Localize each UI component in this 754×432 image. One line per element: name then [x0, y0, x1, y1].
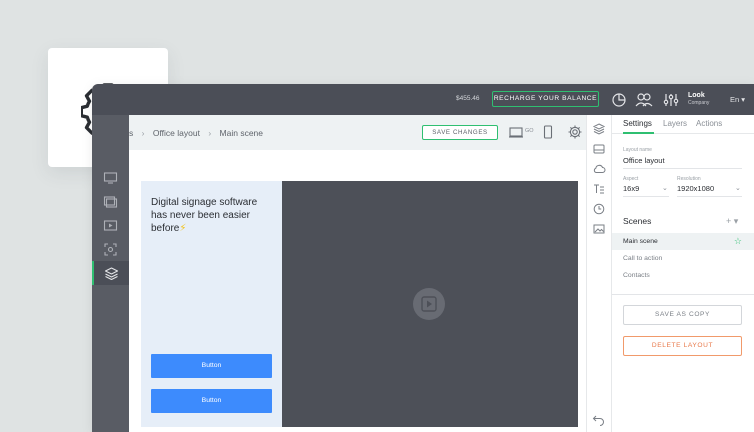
aspect-underline	[623, 196, 669, 197]
tab-actions[interactable]: Actions	[696, 119, 722, 128]
tab-settings[interactable]: Settings	[623, 119, 652, 128]
text-panel[interactable]: Digital signage software has never been …	[141, 181, 282, 427]
add-scene-button[interactable]: + ▾	[726, 216, 738, 227]
balance-amount: $455.46	[456, 95, 480, 102]
cloud-icon[interactable]	[592, 162, 608, 178]
resolution-underline	[677, 196, 742, 197]
sidebar	[92, 115, 129, 432]
device-go-label[interactable]: GO	[525, 128, 539, 144]
chevron-down-icon[interactable]: ⌄	[735, 184, 741, 192]
breadcrumb-item-scene: Main scene	[219, 128, 263, 138]
scene-item-label: Call to action	[623, 255, 663, 262]
sidebar-item-screens[interactable]	[92, 165, 129, 189]
settings-gear-icon[interactable]	[567, 124, 583, 140]
layout-name-field[interactable]: Office layout	[623, 156, 665, 165]
app-window: $455.46 RECHARGE YOUR BALANCE Look Compa…	[92, 84, 754, 432]
sliders-icon[interactable]	[662, 91, 680, 109]
breadcrumb-item-parent[interactable]: s	[129, 128, 133, 138]
save-changes-button[interactable]: SAVE CHANGES	[422, 125, 498, 140]
scene-item-main[interactable]: Main scene ☆	[612, 233, 754, 250]
user-name: Look	[688, 92, 705, 99]
breadcrumb-separator: ›	[141, 128, 145, 138]
editor-canvas: Digital signage software has never been …	[129, 150, 586, 432]
video-icon	[103, 219, 118, 231]
editor-toolbar: s › Office layout › Main scene SAVE CHAN…	[129, 115, 586, 150]
scan-icon	[104, 242, 117, 256]
breadcrumb: s › Office layout › Main scene	[129, 128, 263, 138]
properties-icon-rail	[586, 115, 612, 432]
desktop-preview-icon[interactable]	[508, 124, 524, 140]
storage-icon[interactable]	[592, 142, 608, 158]
user-company: Company	[688, 100, 710, 106]
headline-copy: Digital signage software has never been …	[151, 197, 258, 234]
sidebar-item-scan[interactable]	[92, 237, 129, 261]
settings-tabs: Settings Layers Actions	[612, 115, 754, 134]
delete-layout-button[interactable]: DELETE LAYOUT	[623, 336, 742, 356]
monitor-icon	[103, 171, 118, 184]
scene-item-call-to-action[interactable]: Call to action	[612, 250, 754, 267]
resolution-label: Resolution	[677, 176, 701, 182]
layers-icon[interactable]	[592, 122, 608, 138]
lightning-emoji: ⚡	[179, 223, 187, 234]
user-account[interactable]: Look Company	[688, 92, 709, 106]
layout-name-underline	[623, 168, 742, 169]
scene-item-label: Main scene	[623, 238, 658, 245]
sidebar-item-images[interactable]	[92, 189, 129, 213]
canvas-button-2[interactable]: Button	[151, 389, 272, 413]
tab-layers[interactable]: Layers	[663, 119, 687, 128]
active-tab-indicator	[623, 132, 654, 134]
scene-item-label: Contacts	[623, 272, 650, 279]
save-as-copy-button[interactable]: SAVE AS COPY	[623, 305, 742, 325]
image-icon[interactable]	[592, 222, 608, 238]
recharge-balance-button[interactable]: RECHARGE YOUR BALANCE	[492, 91, 599, 107]
headline-text[interactable]: Digital signage software has never been …	[151, 196, 276, 235]
sidebar-item-video[interactable]	[92, 213, 129, 237]
canvas-button-1[interactable]: Button	[151, 354, 272, 378]
video-placeholder-icon[interactable]	[412, 287, 446, 321]
aspect-select[interactable]: 16x9	[623, 184, 639, 193]
star-icon[interactable]: ☆	[734, 233, 742, 250]
text-format-icon[interactable]	[592, 182, 608, 198]
resolution-select[interactable]: 1920x1080	[677, 184, 714, 193]
scene-item-contacts[interactable]: Contacts	[612, 267, 754, 284]
images-icon	[103, 195, 118, 208]
scene-preview[interactable]: Digital signage software has never been …	[141, 181, 578, 427]
top-bar: $455.46 RECHARGE YOUR BALANCE Look Compa…	[92, 84, 754, 115]
breadcrumb-separator: ›	[208, 128, 212, 138]
breadcrumb-item-layout[interactable]: Office layout	[153, 128, 200, 138]
mobile-preview-icon[interactable]	[540, 124, 556, 140]
chevron-down-icon[interactable]: ⌄	[662, 184, 668, 192]
sidebar-item-layouts[interactable]	[92, 261, 129, 285]
settings-panel: Settings Layers Actions Layout name Offi…	[612, 115, 754, 432]
clock-icon[interactable]	[592, 202, 608, 218]
layout-name-label: Layout name	[623, 147, 652, 153]
pie-chart-icon[interactable]	[610, 91, 628, 109]
undo-icon[interactable]	[592, 412, 608, 428]
users-icon[interactable]	[634, 91, 654, 109]
layers-icon	[104, 266, 119, 280]
scenes-title: Scenes	[623, 216, 652, 226]
aspect-label: Aspect	[623, 176, 639, 182]
language-select[interactable]: En ▾	[730, 95, 745, 104]
scenes-divider	[612, 294, 754, 295]
